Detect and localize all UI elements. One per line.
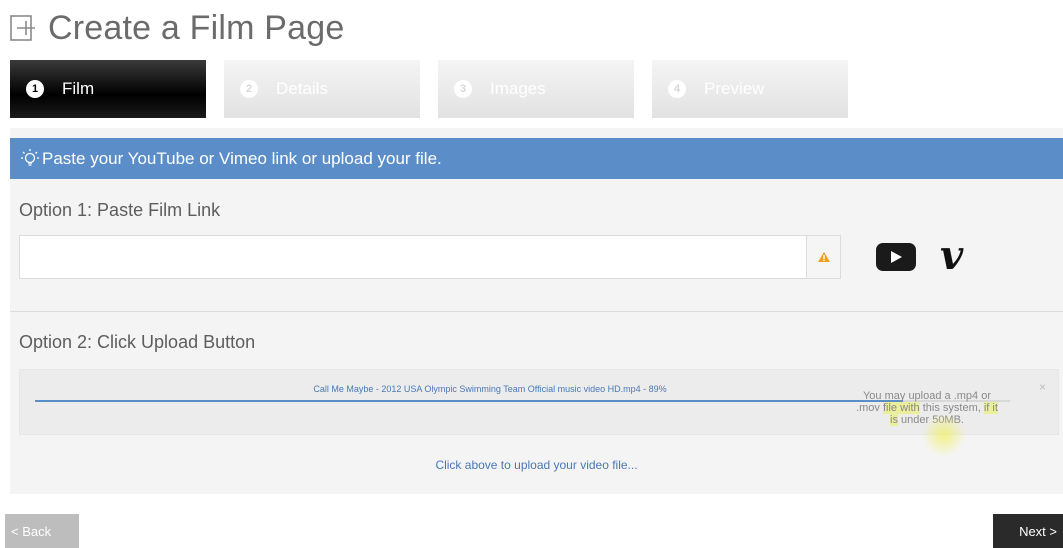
wizard-tabs: 1 Film 2 Details 3 Images 4 Preview	[10, 60, 866, 120]
tab-label: Preview	[704, 79, 765, 98]
info-banner: Paste your YouTube or Vimeo link or uplo…	[10, 138, 1063, 179]
youtube-icon[interactable]	[876, 243, 916, 271]
option1-label: Option 1: Paste Film Link	[19, 200, 221, 220]
tab-number: 3	[454, 80, 472, 98]
upload-progress-fill	[35, 400, 903, 402]
tab-details[interactable]: 2 Details	[224, 60, 420, 118]
film-link-input[interactable]	[19, 235, 807, 279]
tab-preview[interactable]: 4 Preview	[652, 60, 848, 118]
help-text-highlight: file with	[882, 402, 920, 414]
tab-film[interactable]: 1 Film	[10, 60, 206, 118]
upload-file-status: Call Me Maybe - 2012 USA Olympic Swimmin…	[313, 384, 667, 394]
page-title: Create a Film Page	[48, 8, 345, 47]
upload-hint-link[interactable]: Click above to upload your video file...	[10, 458, 1063, 472]
tab-number: 4	[668, 80, 686, 98]
film-panel: Paste your YouTube or Vimeo link or uplo…	[10, 128, 1063, 494]
help-text-part: under 50MB.	[897, 414, 964, 426]
vimeo-icon[interactable]: v	[940, 234, 963, 278]
next-button[interactable]: Next >	[993, 514, 1063, 548]
upload-help-text: You may upload a .mp4 or .mov file with …	[854, 390, 1000, 426]
close-icon[interactable]: ×	[1039, 380, 1046, 394]
back-button[interactable]: < Back	[5, 514, 79, 548]
banner-text: Paste your YouTube or Vimeo link or uplo…	[42, 148, 442, 168]
page-header: Create a Film Page	[8, 6, 345, 50]
tab-label: Details	[276, 79, 328, 98]
warning-icon	[817, 252, 830, 262]
section-divider	[10, 311, 1063, 312]
link-status-box	[807, 235, 841, 279]
tab-number: 1	[26, 80, 44, 98]
help-text-part: this system,	[919, 402, 984, 414]
tab-label: Film	[62, 79, 95, 98]
add-page-icon	[10, 15, 35, 41]
lightbulb-icon	[21, 148, 39, 166]
tab-images[interactable]: 3 Images	[438, 60, 634, 118]
tab-label: Images	[490, 79, 546, 98]
tab-number: 2	[240, 80, 258, 98]
option2-label: Option 2: Click Upload Button	[19, 332, 256, 352]
